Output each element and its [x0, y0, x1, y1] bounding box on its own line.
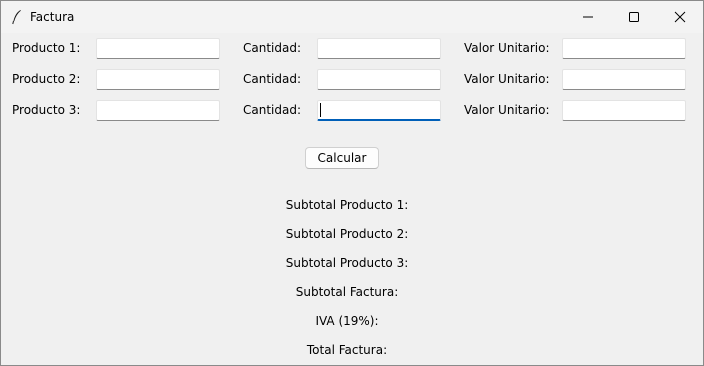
subtotal-product-2-label: Subtotal Producto 2: [285, 227, 409, 241]
maximize-button[interactable] [611, 1, 657, 33]
minimize-icon [583, 16, 593, 18]
calculate-button[interactable]: Calcular [305, 147, 379, 169]
product-2-input[interactable] [96, 69, 220, 90]
window-title: Factura [30, 10, 75, 24]
quantity-1-input[interactable] [317, 38, 441, 59]
product-1-input[interactable] [96, 38, 220, 59]
unit-value-2-label: Valor Unitario: [464, 72, 550, 86]
quantity-2-label: Cantidad: [243, 72, 302, 86]
unit-value-1-label: Valor Unitario: [464, 41, 550, 55]
text-caret [320, 103, 321, 117]
quantity-2-input[interactable] [317, 69, 441, 90]
product-3-label: Producto 3: [12, 103, 81, 117]
maximize-icon [629, 12, 639, 22]
minimize-button[interactable] [565, 1, 611, 33]
unit-value-2-input[interactable] [562, 69, 686, 90]
feather-icon [12, 10, 21, 25]
product-2-label: Producto 2: [12, 72, 81, 86]
unit-value-1-input[interactable] [562, 38, 686, 59]
unit-value-3-label: Valor Unitario: [464, 103, 550, 117]
subtotal-product-1-label: Subtotal Producto 1: [285, 198, 409, 212]
subtotal-product-3-label: Subtotal Producto 3: [285, 256, 409, 270]
close-button[interactable] [657, 1, 703, 33]
quantity-1-label: Cantidad: [243, 41, 302, 55]
subtotal-invoice-label: Subtotal Factura: [295, 285, 399, 299]
title-bar[interactable]: Factura [1, 1, 703, 33]
product-3-input[interactable] [96, 100, 220, 121]
close-icon [674, 11, 686, 23]
quantity-3-input[interactable] [317, 100, 441, 121]
product-1-label: Producto 1: [12, 41, 81, 55]
quantity-3-label: Cantidad: [243, 103, 302, 117]
total-invoice-label: Total Factura: [306, 343, 388, 357]
factura-window: Factura Producto 1: Cantidad: Valor Unit… [0, 0, 704, 366]
iva-label: IVA (19%): [315, 314, 379, 328]
unit-value-3-input[interactable] [562, 100, 686, 121]
